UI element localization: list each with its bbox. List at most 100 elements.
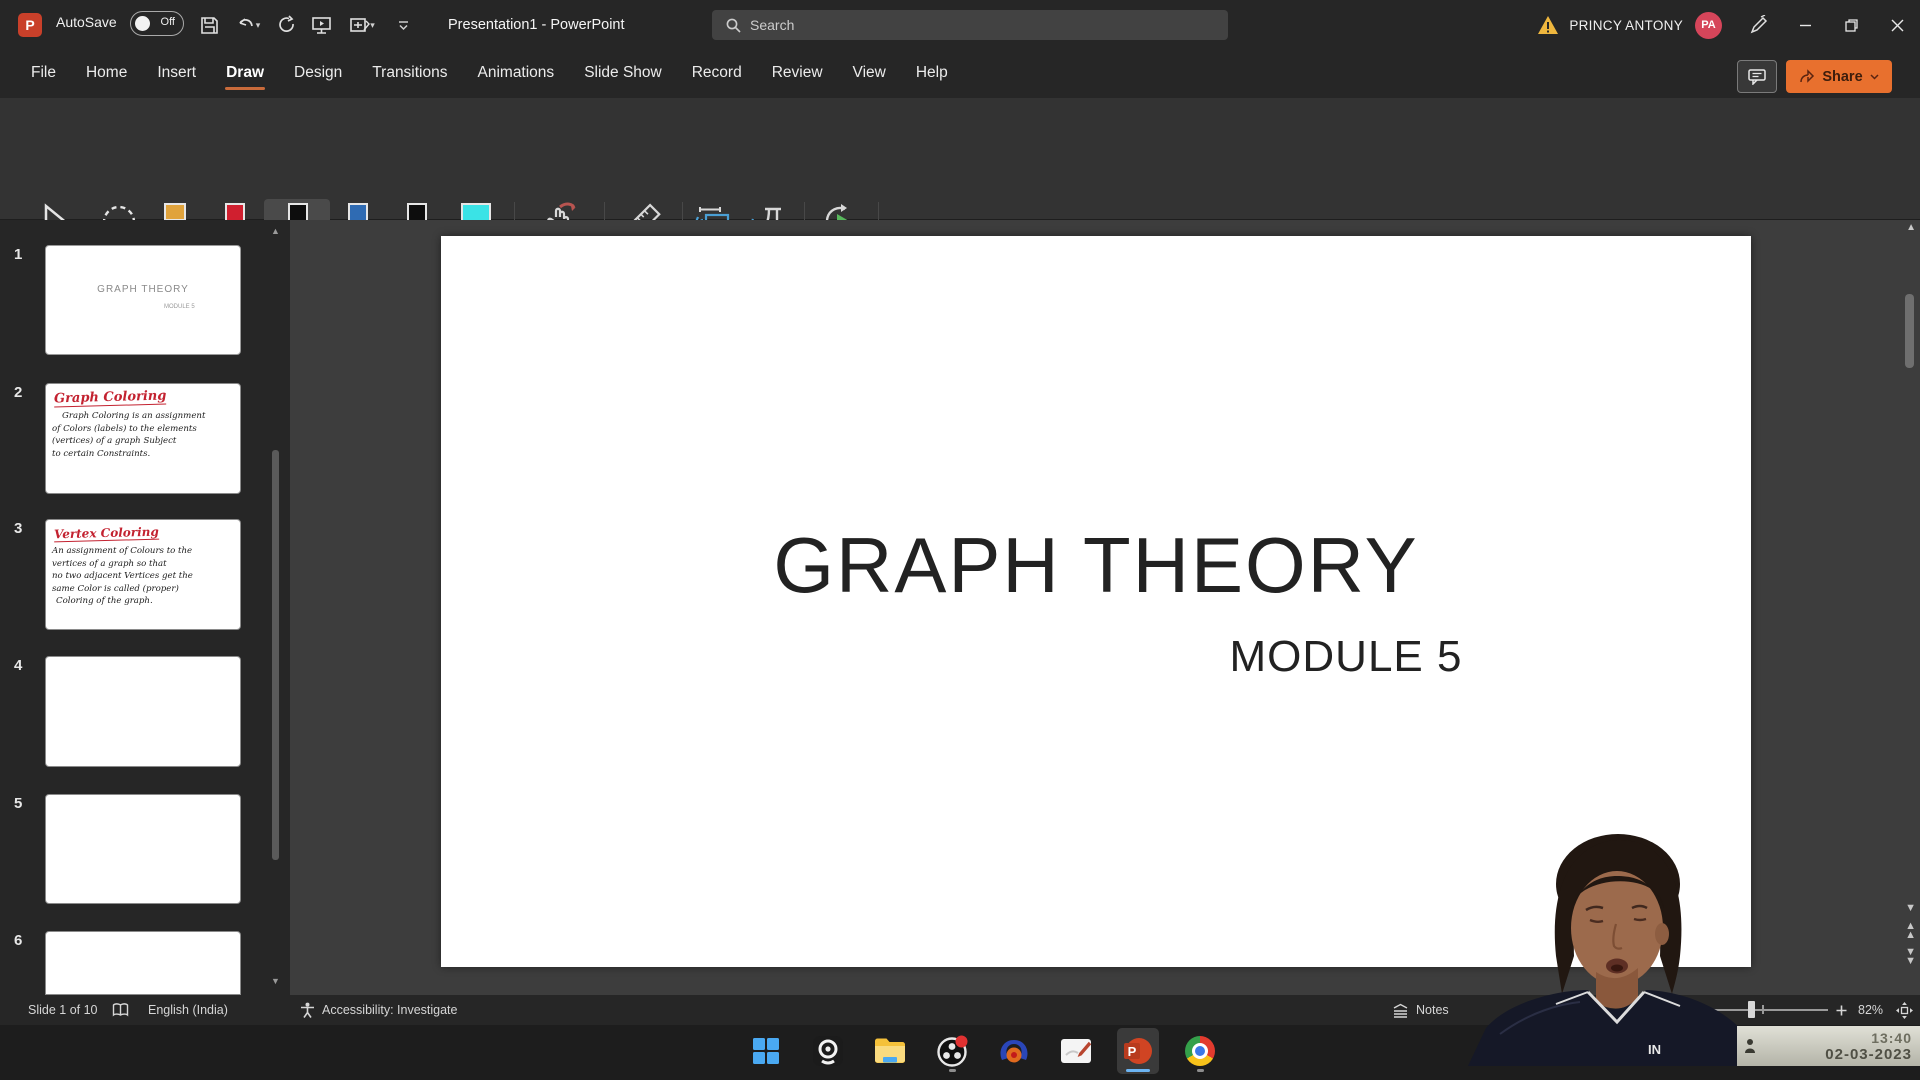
tab-view[interactable]: View: [838, 54, 901, 94]
thumb3-line: same Color is called (proper): [52, 583, 193, 596]
thumb3-title: Vertex Coloring: [54, 525, 159, 543]
ribbon-tab-bar: File Home Insert Draw Design Transitions…: [0, 50, 1920, 98]
minimize-button[interactable]: [1782, 0, 1828, 50]
thumb2-line: to certain Constraints.: [52, 448, 205, 461]
tab-design[interactable]: Design: [279, 54, 357, 94]
avatar[interactable]: PA: [1695, 12, 1722, 39]
thumb2-line: of Colors (labels) to the elements: [52, 423, 205, 436]
close-button[interactable]: [1874, 0, 1920, 50]
accessibility-status[interactable]: Accessibility: Investigate: [300, 995, 457, 1025]
user-name[interactable]: PRINCY ANTONY: [1569, 18, 1683, 33]
slide-subtitle[interactable]: MODULE 5: [1176, 632, 1516, 682]
title-bar: P AutoSave Off ▾ ▾: [0, 0, 1920, 50]
undo-button[interactable]: ▾: [226, 9, 270, 41]
share-button[interactable]: Share: [1786, 60, 1892, 93]
canvas-scrollbar[interactable]: [1905, 294, 1914, 368]
zoom-level[interactable]: 82%: [1858, 995, 1883, 1025]
canvas-scroll-up-icon[interactable]: ▲: [1906, 222, 1916, 233]
start-button[interactable]: [745, 1028, 787, 1074]
redo-button[interactable]: [270, 9, 304, 41]
tab-review[interactable]: Review: [757, 54, 838, 94]
slide-editing-surface[interactable]: GRAPH THEORY MODULE 5: [441, 236, 1751, 967]
customize-qat-button[interactable]: [386, 9, 420, 41]
accessibility-icon: [300, 1002, 315, 1018]
spellcheck-book-icon[interactable]: [112, 995, 129, 1025]
thumb3-line: Coloring of the graph.: [52, 595, 193, 608]
thumb2-title: Graph Coloring: [54, 389, 167, 408]
tab-slideshow[interactable]: Slide Show: [569, 54, 677, 94]
tab-home[interactable]: Home: [71, 54, 142, 94]
thumb2-line: Graph Coloring is an assignment: [52, 410, 205, 423]
thumb3-line: no two adjacent Vertices get the: [52, 570, 193, 583]
slide-number: 1: [14, 246, 22, 263]
next-slide-button[interactable]: ▼▼: [1905, 948, 1916, 966]
whiteboard-app-icon[interactable]: [1055, 1028, 1097, 1074]
keyboard-language-indicator[interactable]: IN: [1648, 1042, 1661, 1057]
slide-title[interactable]: GRAPH THEORY: [441, 520, 1751, 611]
camera-app-icon[interactable]: [807, 1028, 849, 1074]
warning-icon[interactable]: [1537, 15, 1559, 35]
zoom-slider-track[interactable]: [1686, 1009, 1828, 1011]
titlebar-right-cluster: PRINCY ANTONY PA: [1537, 0, 1920, 50]
thumbnail-slide-1[interactable]: GRAPH THEORY MODULE 5: [45, 245, 241, 355]
video-timestamp-band: 13:40 02-03-2023: [1737, 1026, 1920, 1066]
tab-help[interactable]: Help: [901, 54, 963, 94]
tab-animations[interactable]: Animations: [463, 54, 570, 94]
slide-number: 6: [14, 932, 22, 949]
notes-button[interactable]: Notes: [1392, 995, 1449, 1025]
thumbnail-scroll-up-icon[interactable]: ▲: [271, 226, 280, 236]
comment-icon: [1748, 69, 1766, 85]
thumbnail-scrollbar[interactable]: [272, 450, 279, 860]
obs-running-indicator: [949, 1069, 956, 1072]
autosave-label: AutoSave: [56, 14, 117, 30]
thumbnail-slide-4[interactable]: [45, 656, 241, 767]
search-input[interactable]: [750, 17, 1170, 33]
fit-slide-to-window-button[interactable]: [1896, 995, 1913, 1025]
zoom-slider-handle[interactable]: [1748, 1001, 1755, 1018]
tab-record[interactable]: Record: [677, 54, 757, 94]
save-button[interactable]: [192, 9, 226, 41]
thumbnail-scroll-down-icon[interactable]: ▼: [271, 976, 280, 986]
slide-number: 4: [14, 657, 22, 674]
thumb1-subtitle: MODULE 5: [164, 304, 195, 310]
language-indicator[interactable]: English (India): [148, 995, 228, 1025]
obs-studio-icon[interactable]: [931, 1028, 973, 1074]
autosave-toggle[interactable]: Off: [130, 11, 184, 36]
powerpoint-window: P AutoSave Off ▾ ▾: [0, 0, 1920, 1080]
thumbnail-slide-3[interactable]: Vertex Coloring An assignment of Colours…: [45, 519, 241, 630]
powerpoint-taskbar-icon[interactable]: P: [1117, 1028, 1159, 1074]
maximize-button[interactable]: [1828, 0, 1874, 50]
slide-number: 2: [14, 384, 22, 401]
canvas-scroll-down-icon[interactable]: ▼: [1905, 902, 1916, 914]
inking-mode-button[interactable]: [1736, 0, 1782, 50]
share-label: Share: [1822, 69, 1862, 85]
zoom-in-button[interactable]: [1836, 995, 1847, 1025]
powerpoint-logo-icon[interactable]: P: [18, 13, 42, 37]
chrome-icon[interactable]: [1179, 1028, 1221, 1074]
thumbnail-slide-5[interactable]: [45, 794, 241, 904]
search-box[interactable]: [712, 10, 1228, 40]
tab-draw[interactable]: Draw: [211, 54, 279, 94]
thumbnail-slide-2[interactable]: Graph Coloring Graph Coloring is an assi…: [45, 383, 241, 494]
tab-insert[interactable]: Insert: [142, 54, 211, 94]
slide-indicator[interactable]: Slide 1 of 10: [28, 995, 98, 1025]
tab-transitions[interactable]: Transitions: [357, 54, 462, 94]
notes-icon: [1392, 1003, 1409, 1018]
comments-button[interactable]: [1737, 60, 1777, 93]
start-slideshow-button[interactable]: [304, 9, 338, 41]
slide-thumbnail-panel: 1 GRAPH THEORY MODULE 5 2 Graph Coloring…: [0, 220, 290, 995]
chrome-running-indicator: [1197, 1069, 1204, 1072]
media-app-icon[interactable]: [993, 1028, 1035, 1074]
thumb3-line: vertices of a graph so that: [52, 558, 193, 571]
thumb3-line: An assignment of Colours to the: [52, 545, 193, 558]
new-slide-dropdown-icon[interactable]: ▾: [370, 20, 375, 31]
new-slide-button[interactable]: ▾: [338, 9, 386, 41]
tab-file[interactable]: File: [16, 54, 71, 94]
toggle-knob-icon: [135, 16, 150, 31]
previous-slide-button[interactable]: ▲▲: [1905, 922, 1916, 940]
file-explorer-icon[interactable]: [869, 1028, 911, 1074]
undo-dropdown-icon[interactable]: ▾: [256, 20, 261, 31]
thumb1-title: GRAPH THEORY: [46, 284, 240, 295]
zoom-slider-tick: [1762, 1005, 1764, 1014]
thumbnail-slide-6[interactable]: [45, 931, 241, 995]
